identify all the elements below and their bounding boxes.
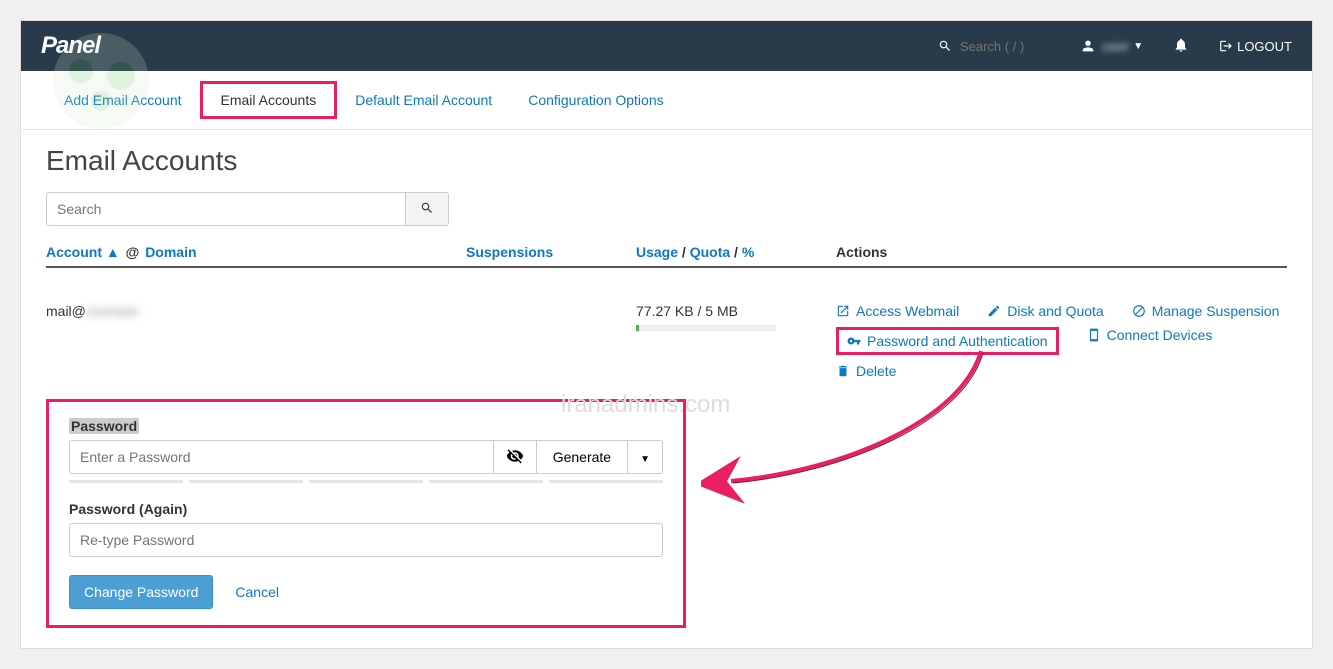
user-menu[interactable]: user ▼ bbox=[1080, 38, 1143, 54]
password-strength-meter bbox=[69, 480, 663, 483]
table-row: mail@example 77.27 KB / 5 MB Access Webm… bbox=[46, 268, 1287, 389]
action-connect-devices[interactable]: Connect Devices bbox=[1087, 327, 1213, 343]
notifications-button[interactable] bbox=[1173, 37, 1189, 56]
eye-off-icon bbox=[506, 447, 524, 465]
tab-default-email[interactable]: Default Email Account bbox=[337, 84, 510, 116]
cell-actions: Access Webmail Disk and Quota Manage Sus… bbox=[836, 303, 1287, 379]
action-delete[interactable]: Delete bbox=[836, 363, 896, 379]
trash-icon bbox=[836, 364, 850, 378]
password-input[interactable] bbox=[69, 440, 494, 474]
logout-button[interactable]: LOGOUT bbox=[1219, 39, 1292, 54]
password-label: Password bbox=[69, 418, 139, 434]
search-icon bbox=[420, 201, 434, 215]
col-usage: Usage / Quota / % bbox=[636, 244, 836, 260]
action-manage-suspension[interactable]: Manage Suspension bbox=[1132, 303, 1280, 319]
watermark-logo bbox=[21, 31, 171, 131]
col-account[interactable]: Account ▲ @ Domain bbox=[46, 244, 466, 260]
action-disk-quota[interactable]: Disk and Quota bbox=[987, 303, 1104, 319]
user-icon bbox=[1080, 38, 1096, 54]
usage-bar bbox=[636, 325, 776, 331]
password-again-input[interactable] bbox=[69, 523, 663, 557]
cell-usage: 77.27 KB / 5 MB bbox=[636, 303, 836, 379]
tab-email-accounts[interactable]: Email Accounts bbox=[200, 81, 338, 119]
cancel-button[interactable]: Cancel bbox=[235, 584, 279, 600]
logout-icon bbox=[1219, 39, 1233, 53]
cell-suspensions bbox=[466, 303, 636, 379]
change-password-button[interactable]: Change Password bbox=[69, 575, 213, 609]
chevron-down-icon: ▼ bbox=[1133, 41, 1143, 52]
global-search-input[interactable] bbox=[960, 39, 1050, 54]
action-password-auth[interactable]: Password and Authentication bbox=[836, 327, 1059, 355]
key-icon bbox=[847, 334, 861, 348]
pencil-icon bbox=[987, 304, 1001, 318]
topbar: Panel user ▼ LOGOUT bbox=[21, 21, 1312, 71]
search-icon bbox=[938, 39, 952, 53]
cell-email: mail@example bbox=[46, 303, 466, 379]
col-suspensions[interactable]: Suspensions bbox=[466, 244, 636, 260]
caret-down-icon: ▼ bbox=[640, 454, 650, 465]
usage-text: 77.27 KB / 5 MB bbox=[636, 303, 836, 319]
generate-button[interactable]: Generate bbox=[537, 440, 628, 474]
generate-dropdown[interactable]: ▼ bbox=[628, 440, 663, 474]
password-panel: Password Generate ▼ Password (Again) Cha… bbox=[46, 399, 686, 628]
toggle-visibility-button[interactable] bbox=[494, 440, 537, 474]
action-access-webmail[interactable]: Access Webmail bbox=[836, 303, 959, 319]
tab-config-options[interactable]: Configuration Options bbox=[510, 84, 681, 116]
accounts-search-button[interactable] bbox=[406, 192, 449, 226]
table-header: Account ▲ @ Domain Suspensions Usage / Q… bbox=[46, 244, 1287, 268]
external-link-icon bbox=[836, 304, 850, 318]
logout-label: LOGOUT bbox=[1237, 39, 1292, 54]
subnav: Add Email Account Email Accounts Default… bbox=[21, 71, 1312, 130]
password-again-label: Password (Again) bbox=[69, 501, 663, 517]
device-icon bbox=[1087, 328, 1101, 342]
page-content: Email Accounts Account ▲ @ Domain Suspen… bbox=[21, 130, 1312, 648]
sort-arrow-icon: ▲ bbox=[106, 244, 120, 260]
col-actions: Actions bbox=[836, 244, 1287, 260]
accounts-search-input[interactable] bbox=[46, 192, 406, 226]
user-name: user bbox=[1102, 38, 1129, 54]
bell-icon bbox=[1173, 37, 1189, 53]
page-title: Email Accounts bbox=[46, 145, 1287, 177]
ban-icon bbox=[1132, 304, 1146, 318]
global-search[interactable] bbox=[938, 39, 1050, 54]
